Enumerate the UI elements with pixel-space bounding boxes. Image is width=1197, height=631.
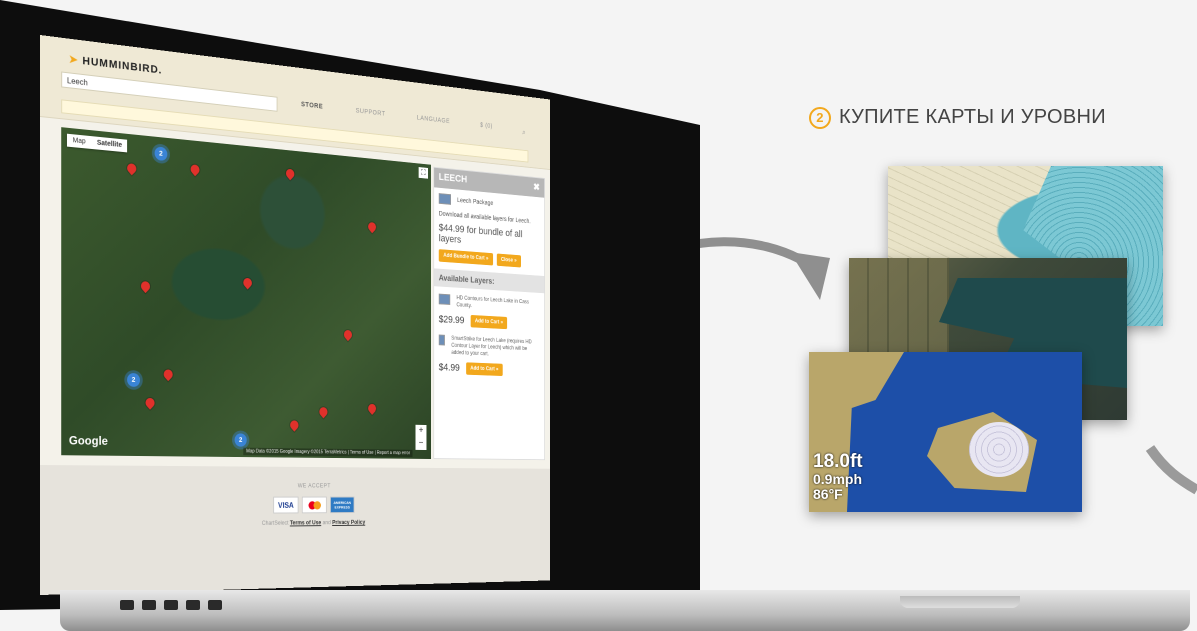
package-row: Leech Package [439, 193, 540, 213]
layer-thumbnail [439, 335, 445, 346]
step-number-badge: 2 [809, 107, 831, 129]
nav-store[interactable]: STORE [301, 101, 323, 114]
layer-price-row: $29.99 Add to Cart » [439, 313, 540, 331]
add-to-cart-button[interactable]: Add to Cart » [470, 315, 507, 329]
chart-data-readout: 18.0ft 0.9mph 86°F [813, 452, 863, 501]
web-page: ➤ HUMMINBIRD. Leech STORE SUPPORT LANGUA… [40, 35, 550, 595]
map-type-tabs: Map Satellite [67, 134, 128, 153]
map-pin-icon[interactable] [162, 368, 175, 382]
map-cluster[interactable]: 2 [155, 146, 168, 161]
zoom-out-icon[interactable]: − [416, 437, 427, 450]
bundle-price: $44.99 for bundle of all layers [439, 222, 540, 251]
depth-chart-card: 18.0ft 0.9mph 86°F [809, 352, 1082, 512]
map-pin-icon[interactable] [288, 418, 300, 431]
we-accept-label: WE ACCEPT [40, 483, 550, 489]
google-logo: Google [69, 433, 108, 447]
amex-logo: AMERICAN EXPRESS [330, 497, 354, 514]
terms-link[interactable]: Terms of Use [290, 521, 321, 527]
zoom-in-icon[interactable]: + [416, 425, 427, 438]
map-pin-icon[interactable] [342, 328, 353, 341]
laptop-screen: ➤ HUMMINBIRD. Leech STORE SUPPORT LANGUA… [40, 35, 550, 595]
speed-readout: 0.9mph [813, 472, 863, 487]
port-icon [186, 600, 200, 610]
layer-price: $29.99 [439, 314, 465, 326]
map-view[interactable]: Map Satellite ⛶ 2 2 2 Google Map Data ©2… [61, 127, 431, 459]
package-thumbnail [439, 193, 451, 205]
map-pin-icon[interactable] [125, 162, 138, 176]
laptop-base [60, 590, 1190, 631]
layer-item: HD Contours for Leech Lake in Cass Count… [439, 294, 540, 314]
layer-description: HD Contours for Leech Lake in Cass Count… [456, 295, 539, 314]
site-footer: WE ACCEPT VISA AMERICAN EXPRESS ChartSel… [40, 465, 550, 595]
legal-prefix: ChartSelect [262, 521, 289, 527]
map-attribution[interactable]: Map Data ©2015 Google Imagery ©2015 Terr… [244, 448, 413, 457]
nav-cart[interactable]: $ (0) [480, 122, 493, 133]
port-icon [208, 600, 222, 610]
panel-body: Leech Package Download all available lay… [434, 187, 544, 391]
add-bundle-button[interactable]: Add Bundle to Cart » [439, 249, 493, 265]
map-cluster[interactable]: 2 [235, 433, 247, 446]
available-layers-heading: Available Layers: [434, 268, 544, 293]
privacy-link[interactable]: Privacy Policy [332, 520, 365, 526]
tab-map[interactable]: Map [67, 134, 91, 149]
map-pin-icon[interactable] [189, 163, 202, 177]
payment-cards: VISA AMERICAN EXPRESS [40, 496, 550, 515]
map-pin-icon[interactable] [284, 167, 296, 180]
map-pin-icon[interactable] [366, 402, 377, 415]
map-pin-icon[interactable] [139, 279, 152, 293]
humminbird-logo[interactable]: ➤ HUMMINBIRD. [69, 53, 162, 77]
map-pin-icon[interactable] [241, 276, 253, 289]
mastercard-logo [302, 497, 327, 514]
add-to-cart-button[interactable]: Add to Cart » [466, 363, 503, 377]
port-icon [164, 600, 178, 610]
logo-mark-icon: ➤ [69, 54, 79, 67]
layer-thumbnail [439, 294, 451, 305]
chart-shallow-contours [969, 422, 1029, 477]
legal-links: ChartSelect Terms of Use and Privacy Pol… [40, 519, 550, 529]
layer-item: SmartStrike for Leech Lake (requires HD … [439, 335, 540, 361]
package-label: Leech Package [457, 197, 493, 206]
layer-price: $4.99 [439, 363, 460, 374]
laptop-ports [120, 600, 222, 610]
step-title: КУПИТЕ КАРТЫ И УРОВНИ [839, 106, 1106, 129]
panel-title: LEECH [439, 172, 467, 187]
search-icon[interactable]: ⌕ [522, 127, 526, 137]
nav-support[interactable]: SUPPORT [356, 108, 386, 121]
zoom-control: + − [416, 425, 427, 450]
map-cluster[interactable]: 2 [127, 373, 140, 387]
temp-readout: 86°F [813, 487, 863, 502]
map-pin-icon[interactable] [144, 396, 157, 410]
fullscreen-icon[interactable]: ⛶ [419, 167, 428, 179]
arrow-continue [1150, 448, 1197, 490]
legal-and: and [323, 520, 331, 526]
laptop-notch [900, 596, 1020, 608]
visa-logo: VISA [273, 497, 298, 514]
close-button[interactable]: Close » [497, 253, 521, 267]
depth-readout: 18.0ft [813, 452, 863, 472]
logo-text: HUMMINBIRD. [82, 55, 162, 76]
nav-language[interactable]: LANGUAGE [417, 115, 450, 129]
port-icon [120, 600, 134, 610]
map-pin-icon[interactable] [318, 405, 330, 418]
layer-description: SmartStrike for Leech Lake (requires HD … [451, 335, 540, 360]
step-caption: 2 КУПИТЕ КАРТЫ И УРОВНИ [809, 106, 1106, 129]
close-icon[interactable]: ✖ [533, 181, 540, 194]
port-icon [142, 600, 156, 610]
arrow-to-maps-head [790, 252, 830, 300]
tab-satellite[interactable]: Satellite [91, 136, 127, 152]
lake-info-panel: LEECH ✖ Leech Package Download all avail… [433, 167, 545, 460]
map-pin-icon[interactable] [366, 220, 377, 233]
layer-price-row: $4.99 Add to Cart » [439, 362, 540, 378]
